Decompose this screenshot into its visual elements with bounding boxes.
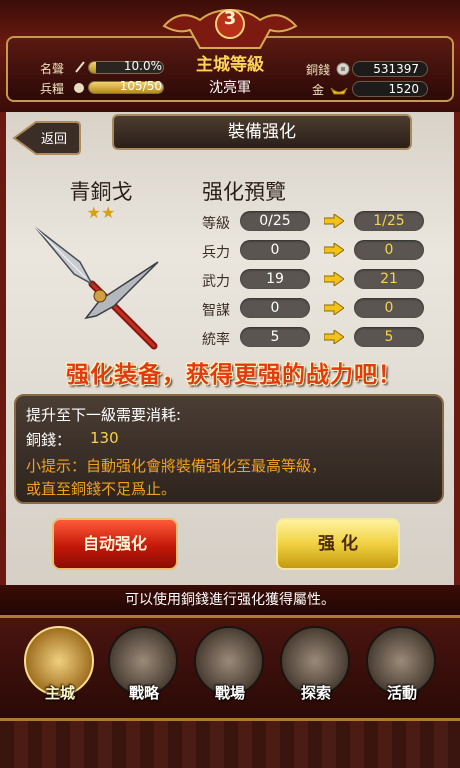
food-value: 105/50 — [119, 79, 162, 93]
gold-ingot-icon — [330, 87, 348, 95]
nav-label-events: 活動 — [386, 684, 417, 702]
gold-value: 1520 — [352, 81, 428, 97]
arrow-right-icon — [324, 330, 344, 344]
arrow-right-icon — [324, 243, 344, 257]
preview-title: 强化預覽 — [202, 180, 286, 204]
nav-label-strategy: 戰略 — [128, 684, 159, 702]
food-sack-icon — [74, 83, 84, 93]
arrow-right-icon — [324, 272, 344, 286]
enhance-button[interactable]: 强 化 — [276, 518, 400, 570]
arrow-right-icon — [324, 214, 344, 228]
arrow-right-icon — [324, 301, 344, 315]
stat-label: 等級 — [202, 216, 230, 232]
cost-label: 銅錢： — [26, 431, 72, 449]
fame-icon — [75, 61, 85, 73]
player-name: 沈亮軍 — [209, 80, 251, 96]
nav-item-main-city[interactable]: 主城 — [20, 626, 100, 710]
stat-next-value: 0 — [354, 240, 424, 260]
status-message: 可以使用銅錢進行强化獲得屬性。 — [0, 585, 460, 615]
city-level-number: 3 — [223, 8, 237, 29]
stat-label: 武力 — [202, 274, 230, 290]
bronze-dagger-axe-icon — [35, 227, 159, 350]
stat-current-value: 0 — [240, 240, 310, 260]
nav-label-main-city: 主城 — [44, 684, 75, 702]
auto-enhance-button[interactable]: 自动强化 — [52, 518, 178, 570]
cost-line: 提升至下一級需要消耗: — [26, 406, 182, 424]
nav-item-events[interactable]: 活動 — [362, 626, 442, 710]
panel-title: 裝備强化 — [112, 114, 412, 150]
stat-next-value: 0 — [354, 298, 424, 318]
slogan-text: 强化装备，获得更强的战力吧！ — [66, 362, 402, 388]
item-stars: ★★ — [86, 203, 116, 222]
nav-label-battlefield: 戰場 — [214, 684, 245, 702]
copper-label: 銅錢 — [306, 63, 331, 77]
stat-label: 統率 — [202, 332, 230, 348]
fame-bar-fill — [89, 62, 97, 73]
nav-label-explore: 探索 — [300, 684, 331, 702]
stat-next-value: 21 — [354, 269, 424, 289]
stat-current-value: 19 — [240, 269, 310, 289]
tip-line-1: 小提示：自動强化會將裝備强化至最高等級， — [26, 457, 327, 475]
food-label: 兵糧 — [40, 82, 65, 96]
stat-current-value: 0 — [240, 298, 310, 318]
gold-label: 金 — [312, 83, 325, 97]
city-level-title: 主城等級 — [196, 55, 264, 75]
tip-line-2: 或直至銅錢不足爲止。 — [26, 480, 177, 498]
copper-coin-icon — [336, 62, 350, 76]
item-name: 青銅戈 — [69, 180, 133, 204]
stat-next-value: 1/25 — [354, 211, 424, 231]
nav-item-explore[interactable]: 探索 — [276, 626, 356, 710]
stat-label: 兵力 — [202, 245, 230, 261]
fame-value: 10.0% — [123, 59, 162, 73]
stat-next-value: 5 — [354, 327, 424, 347]
fame-label: 名聲 — [40, 62, 65, 76]
stat-label: 智謀 — [202, 303, 230, 319]
stat-current-value: 0/25 — [240, 211, 310, 231]
nav-item-battlefield[interactable]: 戰場 — [190, 626, 270, 710]
cost-value: 130 — [90, 429, 119, 447]
nav-item-strategy[interactable]: 戰略 — [104, 626, 184, 710]
copper-value: 531397 — [352, 61, 428, 77]
back-button-label[interactable]: 返回 — [36, 128, 72, 147]
stat-current-value: 5 — [240, 327, 310, 347]
